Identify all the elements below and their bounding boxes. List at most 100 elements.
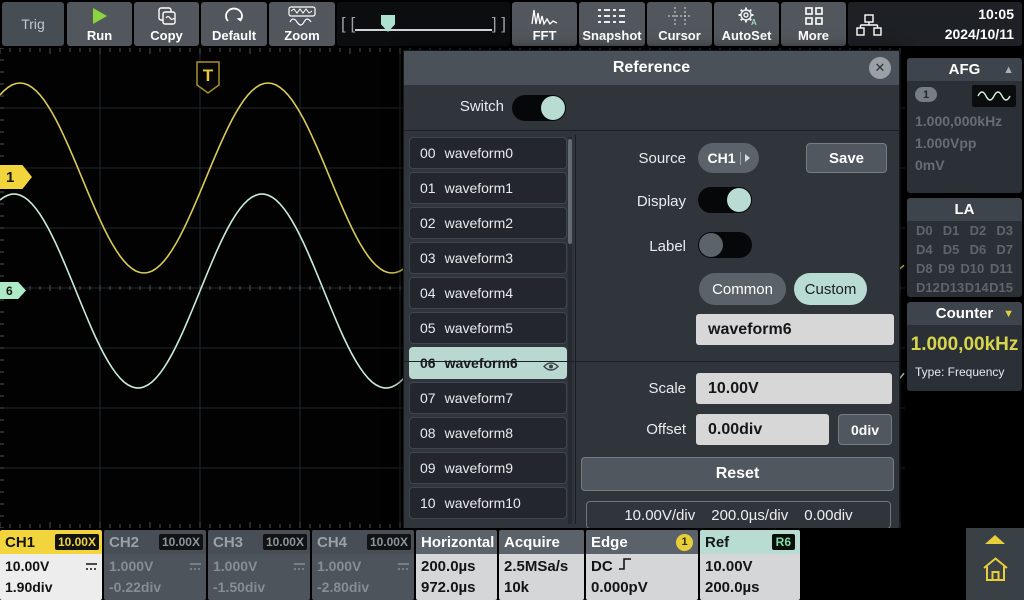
list-item-waveform8[interactable]: 08waveform8 bbox=[409, 417, 567, 449]
autoset-button[interactable]: A AutoSet bbox=[714, 2, 779, 46]
dc-coupling-icon bbox=[397, 556, 410, 577]
fft-button[interactable]: FFT bbox=[512, 2, 577, 46]
ch4-status-block[interactable]: CH410.00X 1.000V -2.80div bbox=[312, 530, 414, 600]
ref-status-block[interactable]: Ref R6 10.00V200.0µs bbox=[700, 530, 800, 600]
svg-text:T: T bbox=[203, 66, 214, 85]
autoset-label: AutoSet bbox=[722, 28, 772, 43]
list-item-waveform6-selected[interactable]: 06waveform6 bbox=[409, 347, 567, 379]
info-vdiv: 10.00V/div bbox=[624, 507, 695, 524]
ref-slot-badge: R6 bbox=[772, 534, 795, 550]
default-button[interactable]: Default bbox=[201, 2, 267, 46]
counter-panel-header[interactable]: Counter ▼ bbox=[907, 302, 1022, 325]
default-label: Default bbox=[212, 28, 256, 43]
list-item-waveform0[interactable]: 00waveform0 bbox=[409, 137, 567, 169]
counter-type: Type: Frequency bbox=[915, 365, 1004, 379]
dc-coupling-icon bbox=[189, 556, 202, 577]
offset-input[interactable]: 0.00div bbox=[696, 414, 829, 445]
dc-coupling-icon bbox=[293, 556, 306, 577]
slider-left-bracket: [ [ bbox=[341, 14, 355, 34]
horizontal-position-slider[interactable]: [ [ ] ] bbox=[337, 2, 510, 46]
dialog-title: Reference bbox=[613, 59, 690, 77]
source-select[interactable]: CH1 bbox=[698, 143, 759, 173]
ch1-status-block[interactable]: CH110.00X 10.00V 1.90div bbox=[0, 530, 102, 600]
dialog-titlebar[interactable]: Reference ✕ bbox=[404, 51, 899, 85]
acquire-status-block[interactable]: Acquire 2.5MSa/s10k bbox=[499, 530, 584, 600]
fft-label: FFT bbox=[533, 28, 557, 43]
clock-panel[interactable]: 10:05 2024/10/11 bbox=[848, 2, 1022, 46]
source-label: Source bbox=[581, 150, 686, 167]
list-item-waveform5[interactable]: 05waveform5 bbox=[409, 312, 567, 344]
list-item-waveform7[interactable]: 07waveform7 bbox=[409, 382, 567, 414]
top-toolbar: Trig Run Copy Default Zoom [ [ ] ] bbox=[0, 0, 1024, 48]
scale-input[interactable]: 10.00V bbox=[696, 373, 892, 404]
rising-edge-icon bbox=[618, 556, 632, 577]
ch3-status-block[interactable]: CH310.00X 1.000V -1.50div bbox=[208, 530, 310, 600]
list-item-waveform10[interactable]: 10waveform10 bbox=[409, 487, 567, 519]
trigger-source-badge: 1 bbox=[676, 534, 693, 551]
list-item-waveform3[interactable]: 03waveform3 bbox=[409, 242, 567, 274]
la-panel-body[interactable]: D0D1D2D3 D4D5D6D7 D8D9D10D11 D12D13D14D1… bbox=[907, 221, 1022, 297]
ref6-marker-label: 6 bbox=[6, 284, 13, 298]
reset-button[interactable]: Reset bbox=[581, 457, 894, 491]
list-scrollbar[interactable] bbox=[568, 137, 572, 524]
afg-offset: 0mV bbox=[915, 157, 945, 173]
run-button[interactable]: Run bbox=[67, 2, 132, 46]
display-toggle[interactable] bbox=[698, 187, 752, 213]
spectrum-icon bbox=[530, 6, 560, 26]
collapse-down-icon: ▼ bbox=[1003, 308, 1014, 320]
list-icon bbox=[597, 6, 627, 26]
network-icon bbox=[856, 14, 882, 41]
reset-arrow-icon bbox=[223, 6, 245, 26]
zoom-button[interactable]: Zoom bbox=[269, 2, 335, 46]
copy-button[interactable]: Copy bbox=[134, 2, 199, 46]
close-icon[interactable]: ✕ bbox=[869, 57, 891, 79]
ch2-probe-badge: 10.00X bbox=[159, 534, 203, 550]
reference-switch-toggle[interactable] bbox=[512, 95, 566, 121]
info-tdiv: 200.0µs/div bbox=[711, 507, 788, 524]
common-button[interactable]: Common bbox=[699, 273, 786, 305]
home-panel[interactable] bbox=[966, 528, 1024, 600]
counter-value: 1.000,00kHz bbox=[907, 334, 1022, 356]
afg-channel-badge: 1 bbox=[915, 87, 937, 102]
offset-label: Offset bbox=[581, 421, 686, 438]
status-bar: CH110.00X 10.00V 1.90div CH210.00X 1.000… bbox=[0, 528, 1024, 600]
ch2-status-block[interactable]: CH210.00X 1.000V -0.22div bbox=[104, 530, 206, 600]
expand-up-icon[interactable] bbox=[985, 535, 1005, 544]
snapshot-label: Snapshot bbox=[582, 28, 641, 43]
edge-trigger-status-block[interactable]: Edge 1 DC 0.000pV bbox=[586, 530, 698, 600]
date-text: 2024/10/11 bbox=[945, 26, 1014, 42]
cursor-button[interactable]: Cursor bbox=[647, 2, 712, 46]
list-item-waveform2[interactable]: 02waveform2 bbox=[409, 207, 567, 239]
counter-panel-body[interactable]: 1.000,00kHz Type: Frequency bbox=[907, 325, 1022, 391]
list-item-waveform9[interactable]: 09waveform9 bbox=[409, 452, 567, 484]
scale-label: Scale bbox=[581, 380, 686, 397]
zoom-label: Zoom bbox=[284, 28, 319, 43]
scrollbar-thumb[interactable] bbox=[568, 139, 572, 244]
more-label: More bbox=[798, 28, 829, 43]
cursor-label: Cursor bbox=[658, 28, 701, 43]
copy-icon bbox=[156, 6, 178, 26]
custom-button[interactable]: Custom bbox=[794, 273, 867, 305]
more-button[interactable]: More bbox=[781, 2, 846, 46]
afg-amplitude: 1.000Vpp bbox=[915, 135, 976, 151]
ch3-probe-badge: 10.00X bbox=[263, 534, 307, 550]
waveform-name-input[interactable]: waveform6 bbox=[696, 314, 894, 345]
cursor-crosshair-icon bbox=[667, 6, 693, 26]
afg-frequency: 1.000,000kHz bbox=[915, 113, 1002, 129]
afg-panel-body[interactable]: 1 1.000,000kHz 1.000Vpp 0mV bbox=[907, 81, 1022, 193]
snapshot-button[interactable]: Snapshot bbox=[579, 2, 645, 46]
save-button[interactable]: Save bbox=[806, 143, 887, 173]
label-toggle[interactable] bbox=[698, 232, 752, 258]
svg-text:A: A bbox=[751, 18, 757, 26]
offset-zero-button[interactable]: 0div bbox=[838, 414, 892, 445]
list-item-waveform1[interactable]: 01waveform1 bbox=[409, 172, 567, 204]
la-panel-header[interactable]: LA bbox=[907, 198, 1022, 221]
afg-panel-header[interactable]: AFG ▲ bbox=[907, 58, 1022, 81]
home-icon[interactable] bbox=[982, 556, 1009, 587]
copy-label: Copy bbox=[150, 28, 183, 43]
trig-button[interactable]: Trig bbox=[2, 2, 64, 46]
display-label: Display bbox=[581, 193, 686, 210]
slider-rail bbox=[355, 29, 492, 31]
list-item-waveform4[interactable]: 04waveform4 bbox=[409, 277, 567, 309]
horizontal-status-block[interactable]: Horizontal 200.0µs972.0µs bbox=[416, 530, 497, 600]
